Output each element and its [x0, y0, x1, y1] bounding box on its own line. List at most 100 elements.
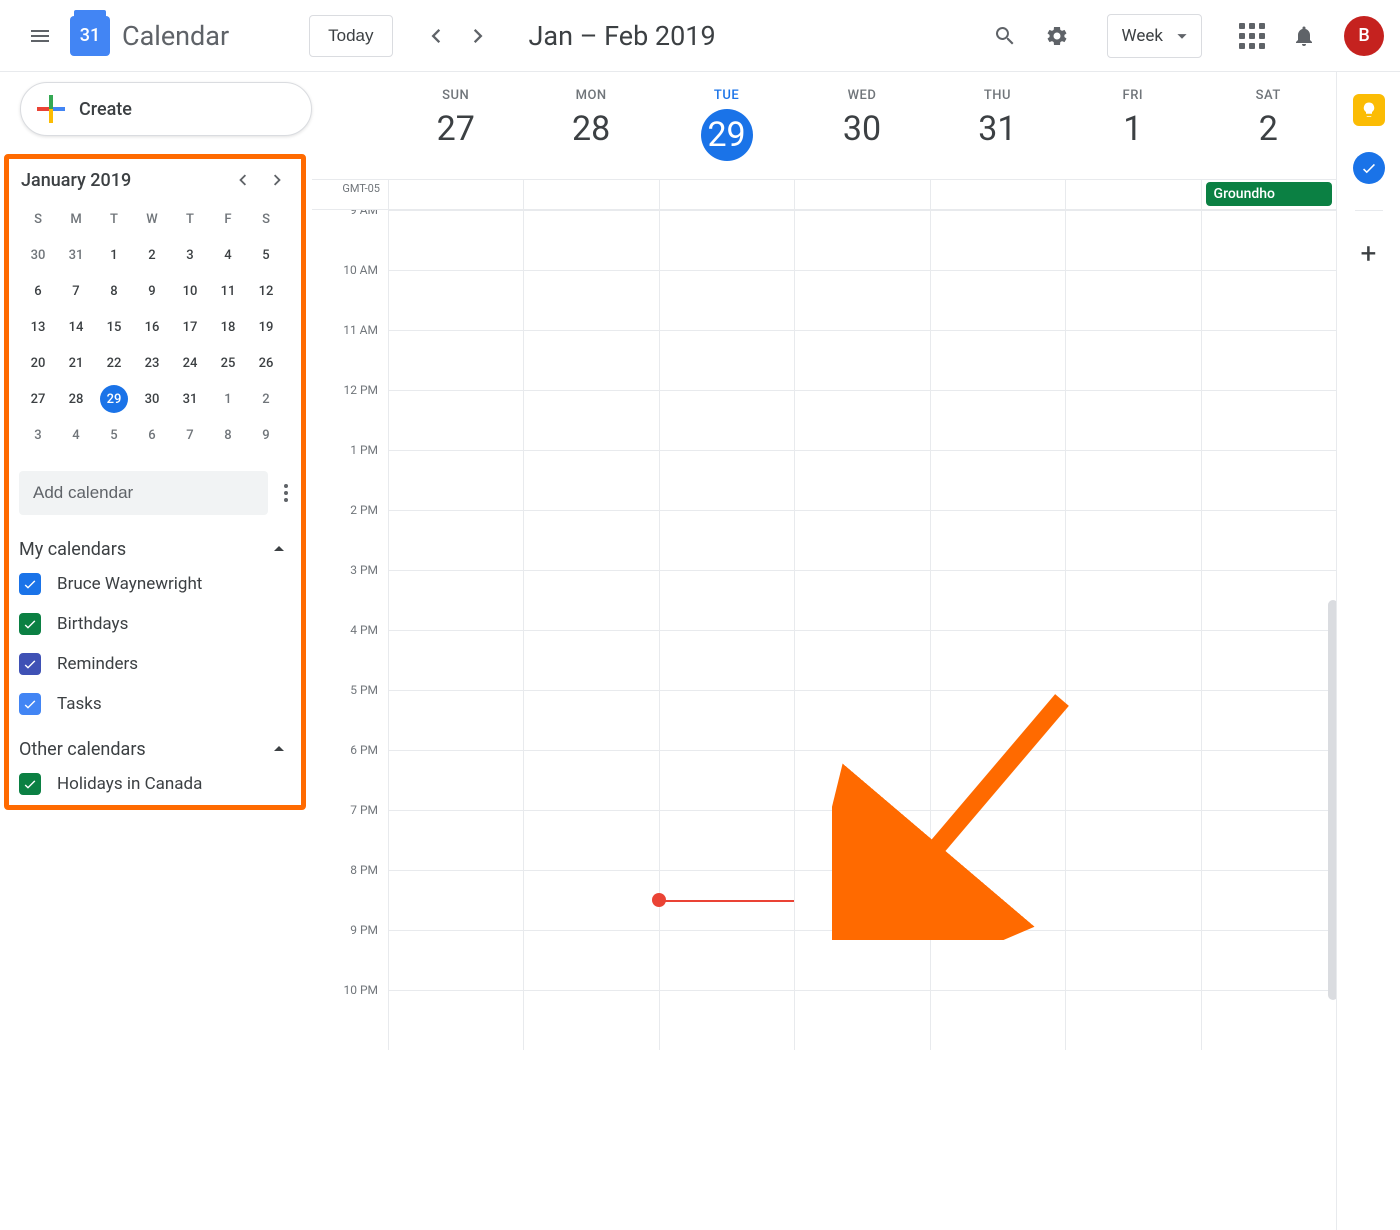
mini-day-cell[interactable]: 25 [209, 345, 247, 381]
time-cell[interactable] [930, 210, 1065, 270]
time-cell[interactable] [794, 750, 929, 810]
time-cell[interactable] [388, 390, 523, 450]
calendar-checkbox[interactable] [19, 693, 41, 715]
time-cell[interactable] [388, 510, 523, 570]
mini-day-cell[interactable]: 5 [95, 417, 133, 453]
time-cell[interactable] [523, 510, 658, 570]
time-cell[interactable] [523, 690, 658, 750]
time-cell[interactable] [794, 270, 929, 330]
time-cell[interactable] [388, 870, 523, 930]
time-cell[interactable] [1201, 750, 1336, 810]
time-grid[interactable]: 9 AM10 AM11 AM12 PM1 PM2 PM3 PM4 PM5 PM6… [312, 210, 1336, 1230]
time-cell[interactable] [1065, 870, 1200, 930]
mini-day-cell[interactable]: 27 [19, 381, 57, 417]
time-cell[interactable] [523, 570, 658, 630]
day-column-header[interactable]: WED30 [794, 72, 929, 179]
time-cell[interactable] [659, 570, 794, 630]
time-cell[interactable] [1201, 510, 1336, 570]
time-cell[interactable] [794, 570, 929, 630]
mini-day-cell[interactable]: 19 [247, 309, 285, 345]
mini-day-cell[interactable]: 6 [19, 273, 57, 309]
mini-day-cell[interactable]: 9 [133, 273, 171, 309]
mini-day-cell[interactable]: 11 [209, 273, 247, 309]
time-cell[interactable] [659, 450, 794, 510]
mini-day-cell[interactable]: 15 [95, 309, 133, 345]
time-cell[interactable] [794, 930, 929, 990]
day-column-header[interactable]: FRI1 [1065, 72, 1200, 179]
time-cell[interactable] [794, 990, 929, 1050]
time-cell[interactable] [388, 330, 523, 390]
main-menu-button[interactable] [16, 12, 64, 60]
mini-day-cell[interactable]: 1 [209, 381, 247, 417]
mini-day-cell[interactable]: 6 [133, 417, 171, 453]
time-cell[interactable] [930, 750, 1065, 810]
time-cell[interactable] [930, 570, 1065, 630]
mini-day-cell[interactable]: 20 [19, 345, 57, 381]
prev-week-button[interactable] [413, 14, 457, 58]
notifications-button[interactable] [1280, 12, 1328, 60]
time-cell[interactable] [523, 210, 658, 270]
allday-cell[interactable]: Groundho [1201, 180, 1336, 209]
time-cell[interactable] [1065, 690, 1200, 750]
create-button[interactable]: Create [20, 82, 312, 136]
time-cell[interactable] [1065, 630, 1200, 690]
day-column-header[interactable]: THU31 [930, 72, 1065, 179]
time-cell[interactable] [1065, 510, 1200, 570]
time-cell[interactable] [930, 990, 1065, 1050]
time-cell[interactable] [930, 810, 1065, 870]
time-cell[interactable] [1065, 810, 1200, 870]
time-cell[interactable] [388, 570, 523, 630]
time-cell[interactable] [659, 210, 794, 270]
day-column-header[interactable]: TUE29 [659, 72, 794, 179]
calendar-checkbox[interactable] [19, 573, 41, 595]
mini-day-cell[interactable]: 30 [19, 237, 57, 273]
time-cell[interactable] [930, 450, 1065, 510]
time-cell[interactable] [930, 510, 1065, 570]
time-cell[interactable] [1201, 810, 1336, 870]
time-cell[interactable] [794, 330, 929, 390]
time-cell[interactable] [523, 630, 658, 690]
my-calendars-header[interactable]: My calendars [19, 537, 291, 561]
calendar-checkbox[interactable] [19, 653, 41, 675]
time-cell[interactable] [388, 810, 523, 870]
time-cell[interactable] [1065, 330, 1200, 390]
time-cell[interactable] [659, 330, 794, 390]
allday-cell[interactable] [794, 180, 929, 209]
time-cell[interactable] [388, 270, 523, 330]
mini-day-cell[interactable]: 7 [57, 273, 95, 309]
calendar-list-item[interactable]: Tasks [19, 693, 291, 715]
mini-day-cell[interactable]: 8 [209, 417, 247, 453]
mini-day-cell[interactable]: 21 [57, 345, 95, 381]
time-cell[interactable] [930, 330, 1065, 390]
mini-day-cell[interactable]: 7 [171, 417, 209, 453]
time-cell[interactable] [1065, 570, 1200, 630]
time-cell[interactable] [794, 450, 929, 510]
add-calendar-options-button[interactable] [280, 484, 291, 502]
time-cell[interactable] [388, 990, 523, 1050]
mini-day-cell[interactable]: 28 [57, 381, 95, 417]
time-cell[interactable] [794, 630, 929, 690]
mini-day-cell[interactable]: 31 [171, 381, 209, 417]
time-cell[interactable] [930, 870, 1065, 930]
mini-next-month-button[interactable] [267, 169, 289, 191]
time-cell[interactable] [1065, 990, 1200, 1050]
time-cell[interactable] [388, 630, 523, 690]
mini-day-cell[interactable]: 1 [95, 237, 133, 273]
calendar-checkbox[interactable] [19, 613, 41, 635]
time-cell[interactable] [659, 930, 794, 990]
time-cell[interactable] [659, 270, 794, 330]
time-cell[interactable] [930, 270, 1065, 330]
mini-day-cell[interactable]: 26 [247, 345, 285, 381]
time-cell[interactable] [523, 930, 658, 990]
time-cell[interactable] [794, 870, 929, 930]
time-cell[interactable] [1201, 690, 1336, 750]
allday-cell[interactable] [388, 180, 523, 209]
time-cell[interactable] [794, 510, 929, 570]
time-cell[interactable] [1201, 630, 1336, 690]
time-cell[interactable] [1201, 390, 1336, 450]
calendar-list-item[interactable]: Reminders [19, 653, 291, 675]
tasks-addon-button[interactable] [1353, 152, 1385, 184]
time-cell[interactable] [659, 630, 794, 690]
keep-addon-button[interactable] [1353, 94, 1385, 126]
time-cell[interactable] [1065, 210, 1200, 270]
